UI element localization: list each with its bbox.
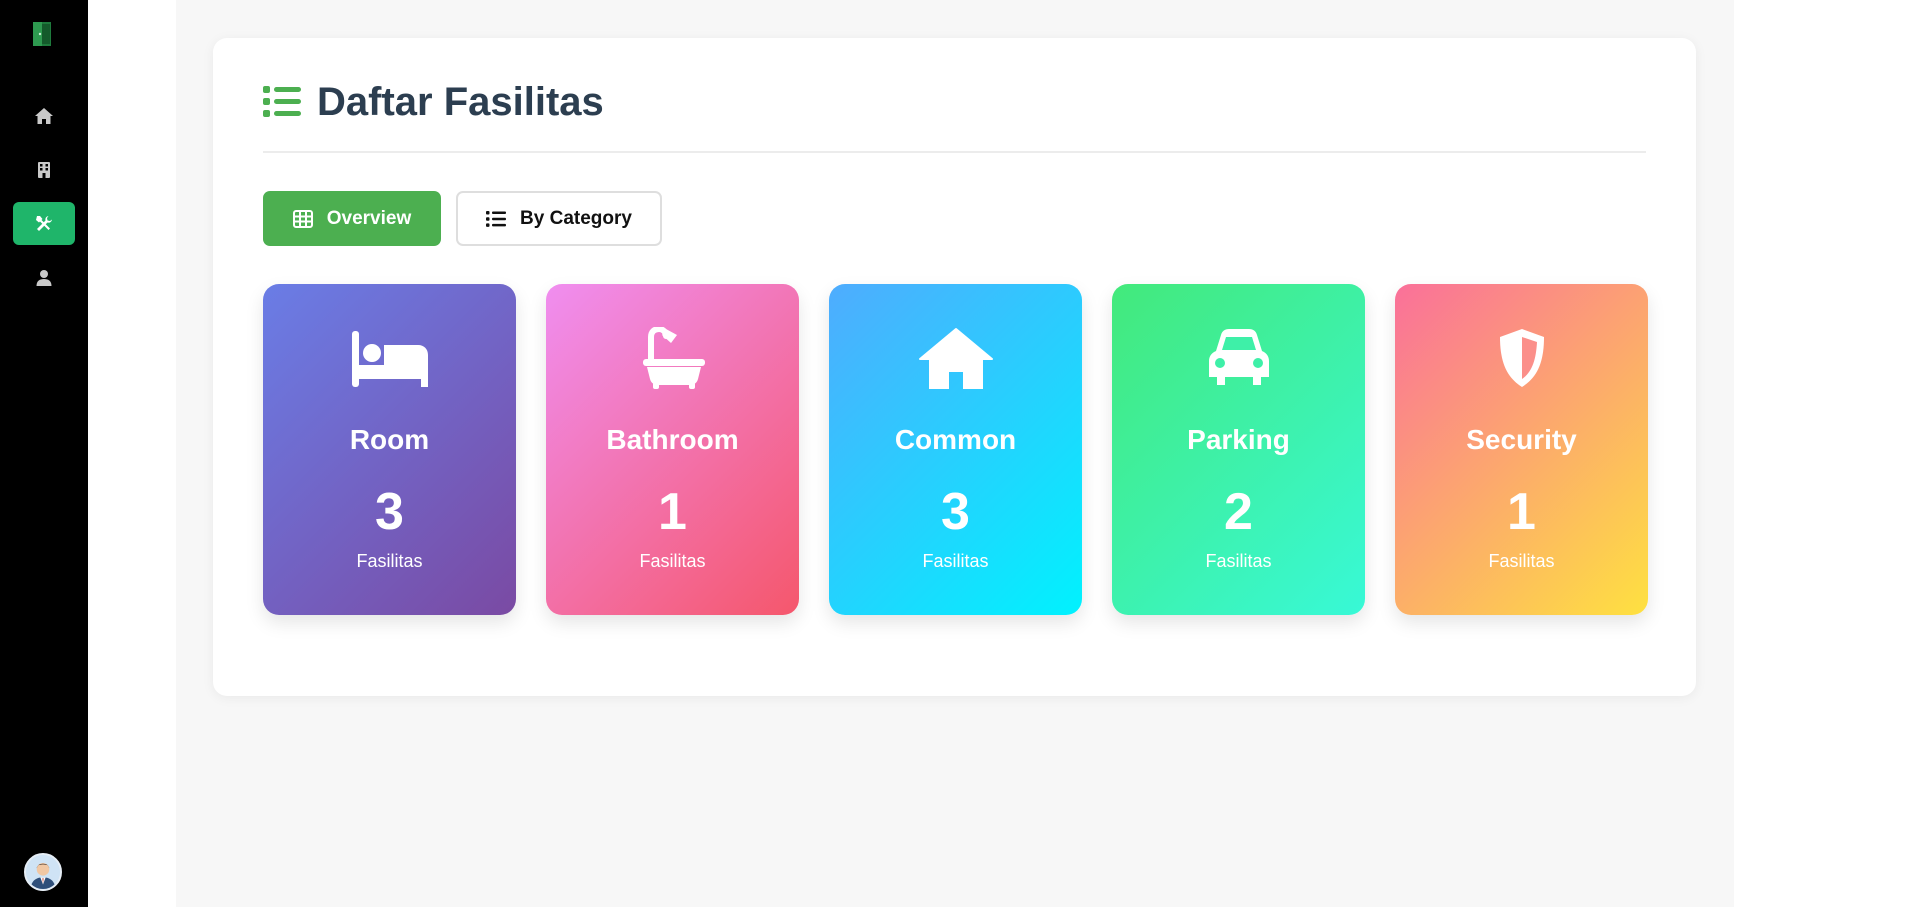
user-avatar[interactable]: [24, 853, 62, 891]
category-unit: Fasilitas: [1488, 551, 1555, 571]
user-icon: [36, 269, 52, 286]
category-unit: Fasilitas: [922, 551, 989, 571]
sidebar-item-facilities[interactable]: [13, 202, 75, 245]
category-count: 1: [658, 483, 687, 541]
overview-button-label: Overview: [326, 207, 412, 229]
category-unit: Fasilitas: [639, 551, 706, 571]
category-card-room[interactable]: Room 3 Fasilitas: [263, 284, 516, 615]
category-name: Security: [1466, 424, 1577, 455]
building-icon: [38, 161, 50, 178]
bed-icon: [351, 331, 428, 387]
category-card-bathroom[interactable]: Bathroom 1 Fasilitas: [546, 284, 799, 615]
category-card-common[interactable]: Common 3 Fasilitas: [829, 284, 1082, 615]
page-title: Daftar Fasilitas: [317, 79, 604, 124]
table-icon: [292, 209, 313, 228]
list-icon: [486, 210, 507, 227]
sidebar-item-buildings[interactable]: [13, 148, 75, 191]
header-divider: [263, 151, 1646, 153]
category-name: Room: [349, 424, 430, 455]
category-count: 1: [1507, 483, 1536, 541]
category-card-parking[interactable]: Parking 2 Fasilitas: [1112, 284, 1365, 615]
shield-icon: [1499, 329, 1544, 387]
category-count: 2: [1224, 483, 1253, 541]
page-header: Daftar Fasilitas: [263, 80, 604, 124]
category-name: Common: [894, 424, 1017, 455]
category-name: Bathroom: [606, 424, 739, 455]
car-icon: [1208, 329, 1269, 385]
overview-button[interactable]: Overview: [263, 191, 441, 246]
category-name: Parking: [1187, 424, 1290, 455]
tools-icon: [36, 215, 52, 231]
sidebar: [0, 0, 88, 907]
home-icon: [35, 107, 53, 124]
by-category-button-label: By Category: [520, 207, 632, 229]
door-logo-icon[interactable]: [30, 20, 56, 48]
sidebar-item-profile[interactable]: [13, 256, 75, 299]
bath-icon: [642, 327, 705, 389]
house-icon: [918, 328, 993, 389]
sidebar-item-home[interactable]: [13, 94, 75, 137]
category-unit: Fasilitas: [1205, 551, 1272, 571]
category-count: 3: [375, 483, 404, 541]
category-unit: Fasilitas: [356, 551, 423, 571]
category-card-security[interactable]: Security 1 Fasilitas: [1395, 284, 1648, 615]
list-icon: [263, 86, 301, 117]
facilities-panel: Daftar Fasilitas Overview By Category Ro…: [213, 38, 1696, 696]
category-count: 3: [941, 483, 970, 541]
by-category-button[interactable]: By Category: [456, 191, 662, 246]
